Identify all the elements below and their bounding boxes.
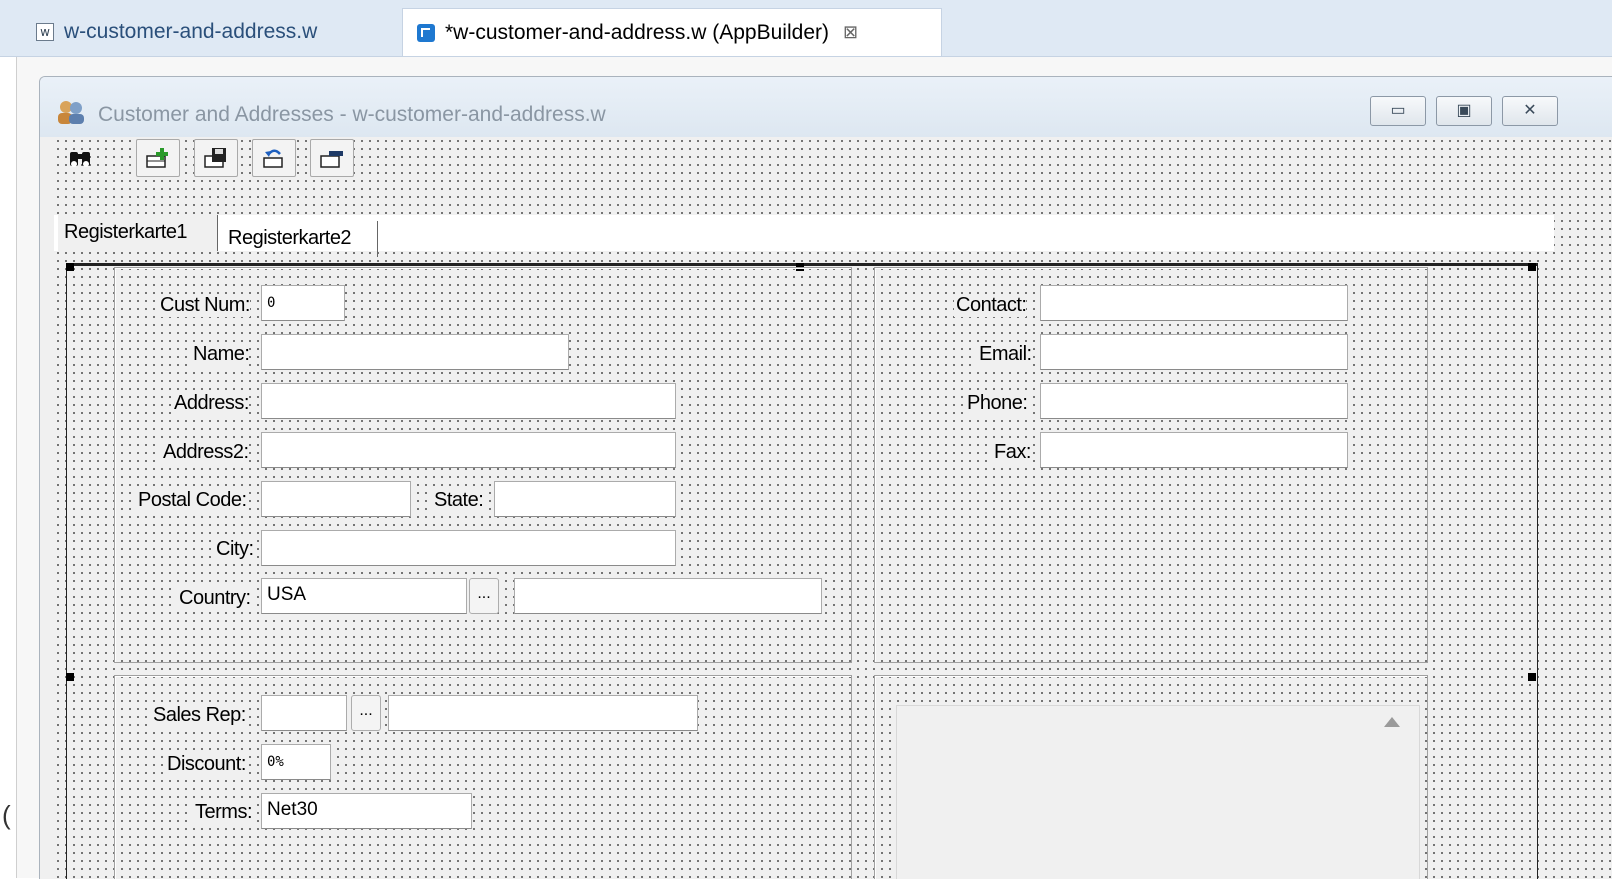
close-button[interactable]: ✕ bbox=[1502, 96, 1558, 126]
delete-record-button[interactable] bbox=[310, 139, 354, 177]
users-icon bbox=[58, 101, 84, 124]
phone-field[interactable] bbox=[1040, 383, 1348, 419]
fax-field[interactable] bbox=[1040, 432, 1348, 468]
tab-registerkarte2[interactable]: Registerkarte2 bbox=[222, 221, 378, 257]
address-field[interactable] bbox=[261, 383, 676, 419]
design-window: Customer and Addresses - w-customer-and-… bbox=[39, 76, 1612, 879]
editor-tab-source[interactable]: w w-customer-and-address.w bbox=[22, 8, 392, 56]
discount-label: Discount: bbox=[165, 753, 246, 776]
editor-tab-strip: w w-customer-and-address.w *w-customer-a… bbox=[0, 0, 1612, 57]
discount-field[interactable]: 0% bbox=[261, 744, 331, 780]
state-field[interactable] bbox=[494, 481, 676, 517]
fax-label: Fax: bbox=[992, 441, 1031, 464]
city-label: City: bbox=[214, 538, 254, 561]
binoculars-icon bbox=[70, 152, 90, 167]
name-label: Name: bbox=[191, 343, 250, 366]
selection-handle[interactable] bbox=[1528, 673, 1536, 681]
editor-tab-label: *w-customer-and-address.w (AppBuilder) bbox=[445, 20, 829, 44]
cust-num-field[interactable]: 0 bbox=[261, 285, 345, 321]
city-field[interactable] bbox=[261, 530, 676, 566]
stray-character: ( bbox=[2, 800, 11, 830]
add-record-icon bbox=[146, 148, 168, 168]
sales-rep-description-field[interactable] bbox=[388, 695, 698, 731]
country-description-field[interactable] bbox=[514, 578, 822, 614]
undo-record-icon bbox=[263, 149, 283, 168]
email-field[interactable] bbox=[1040, 334, 1348, 370]
selection-handle[interactable] bbox=[1528, 263, 1536, 271]
country-lookup-button[interactable]: ... bbox=[469, 578, 499, 614]
w-file-icon: w bbox=[36, 23, 54, 41]
tab-registerkarte1[interactable]: Registerkarte1 bbox=[58, 215, 218, 251]
delete-record-icon bbox=[320, 151, 343, 168]
appbuilder-icon bbox=[417, 23, 435, 42]
undo-record-button[interactable] bbox=[252, 139, 296, 177]
tab-folder: Registerkarte1 Registerkarte2 bbox=[54, 215, 1554, 257]
selection-handle[interactable] bbox=[66, 673, 74, 681]
country-label: Country: bbox=[177, 587, 251, 610]
maximize-button[interactable]: ▣ bbox=[1436, 96, 1492, 126]
name-field[interactable] bbox=[261, 334, 569, 370]
save-record-button[interactable] bbox=[194, 139, 238, 177]
postal-code-field[interactable] bbox=[261, 481, 411, 517]
sales-rep-field[interactable] bbox=[261, 695, 347, 731]
contact-field[interactable] bbox=[1040, 285, 1348, 321]
window-titlebar: Customer and Addresses - w-customer-and-… bbox=[40, 77, 1612, 137]
selection-handle[interactable] bbox=[66, 263, 74, 271]
address2-field[interactable] bbox=[261, 432, 676, 468]
sales-rep-lookup-button[interactable]: ... bbox=[351, 695, 381, 731]
editor-tab-label: w-customer-and-address.w bbox=[64, 20, 318, 43]
country-field[interactable]: USA bbox=[261, 578, 467, 614]
add-record-button[interactable] bbox=[136, 139, 180, 177]
terms-field[interactable]: Net30 bbox=[261, 793, 472, 829]
save-record-icon bbox=[204, 148, 226, 168]
window-title: Customer and Addresses - w-customer-and-… bbox=[98, 103, 606, 126]
cust-num-label: Cust Num: bbox=[158, 294, 250, 317]
address-label: Address: bbox=[172, 392, 249, 415]
postal-code-label: Postal Code: bbox=[136, 489, 247, 512]
editor-tab-appbuilder[interactable]: *w-customer-and-address.w (AppBuilder) ⊠ bbox=[402, 8, 942, 56]
sales-rep-label: Sales Rep: bbox=[151, 704, 246, 727]
comments-editor[interactable] bbox=[896, 705, 1420, 879]
close-tab-icon[interactable]: ⊠ bbox=[843, 22, 858, 43]
state-label: State: bbox=[432, 489, 484, 512]
terms-label: Terms: bbox=[193, 801, 253, 824]
email-label: Email: bbox=[977, 343, 1032, 366]
search-button[interactable] bbox=[58, 139, 102, 177]
phone-label: Phone: bbox=[965, 392, 1028, 415]
address2-label: Address2: bbox=[161, 441, 249, 464]
scroll-up-icon[interactable] bbox=[1384, 717, 1400, 727]
minimize-button[interactable]: ▭ bbox=[1370, 96, 1426, 126]
contact-label: Contact: bbox=[954, 294, 1027, 317]
